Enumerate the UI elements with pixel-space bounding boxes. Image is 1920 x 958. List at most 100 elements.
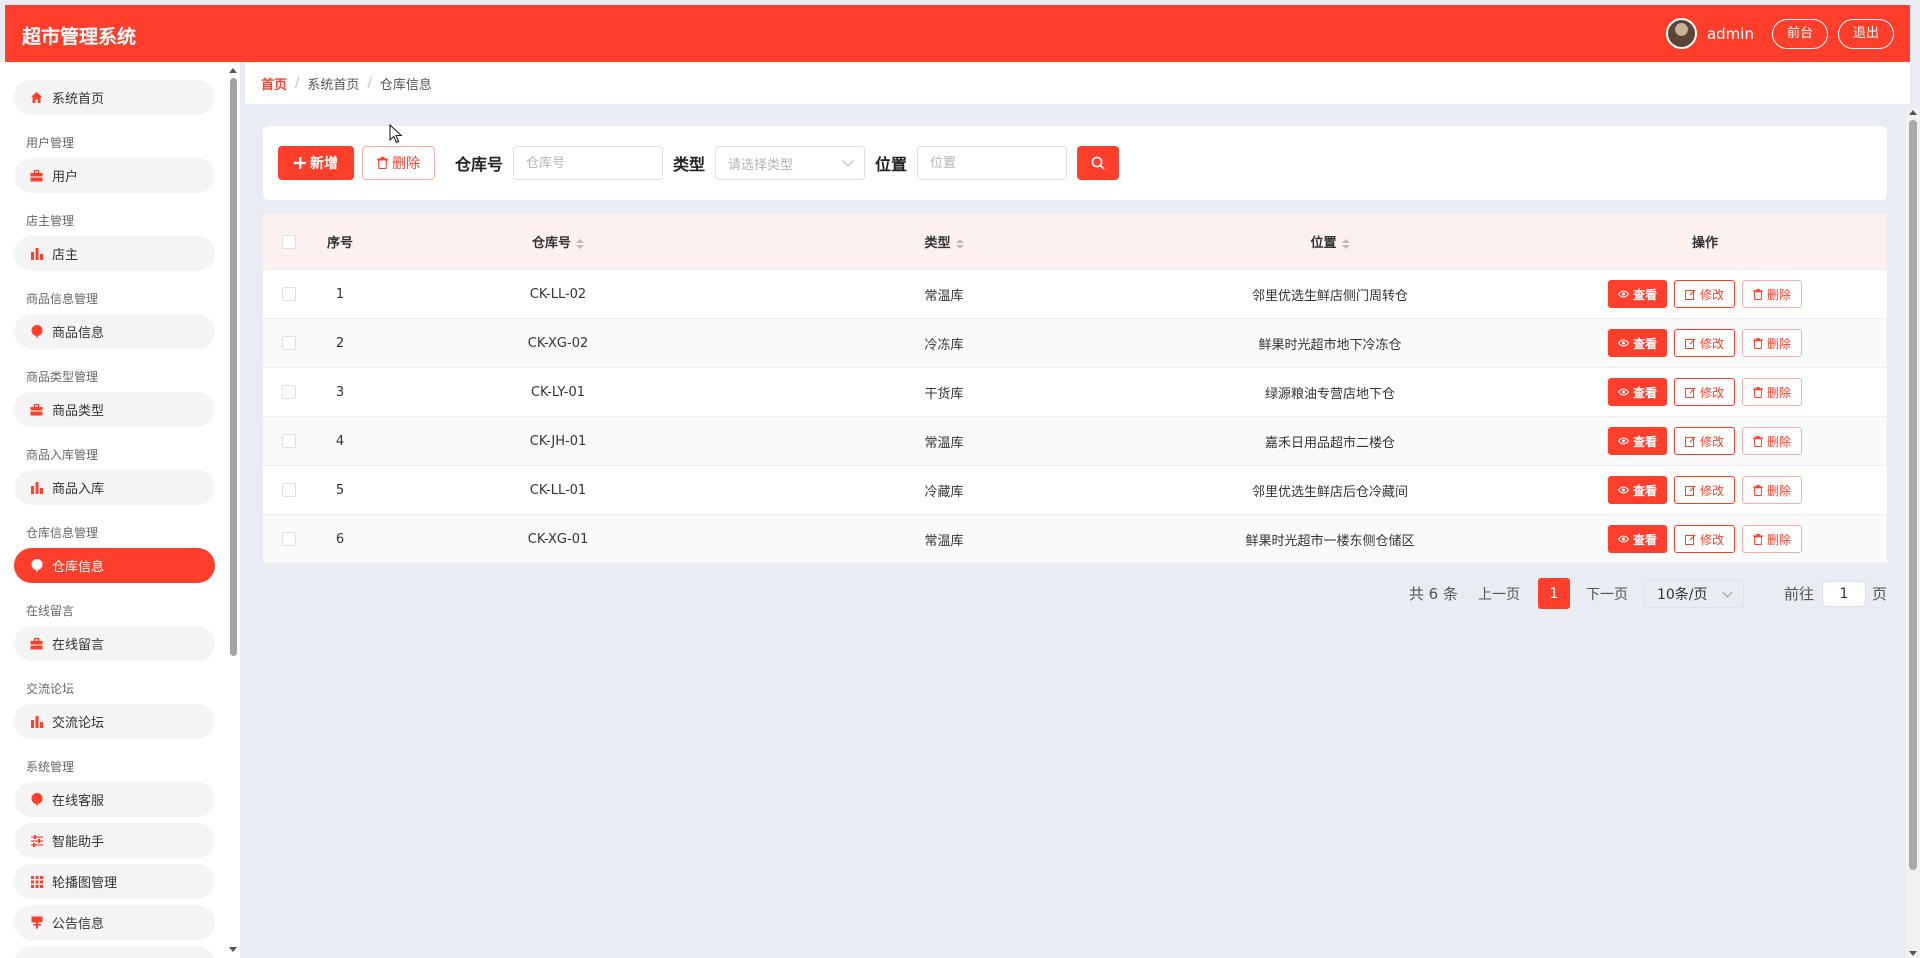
delete-button[interactable]: 删除	[1742, 329, 1803, 357]
delete-button[interactable]: 删除	[1742, 280, 1803, 308]
scroll-thumb[interactable]	[230, 78, 237, 656]
group-title-message: 在线留言	[26, 604, 75, 618]
username: admin	[1706, 24, 1754, 43]
col-code[interactable]: 仓库号	[365, 232, 751, 251]
sliders-icon	[30, 834, 43, 847]
view-button[interactable]: 查看	[1607, 427, 1667, 455]
search-button[interactable]	[1077, 146, 1120, 180]
table-row: 3 CK-LY-01 干货库 绿源粮油专营店地下仓 查看 修改 删除	[263, 368, 1887, 417]
balloon-icon	[30, 792, 43, 806]
scroll-down-arrow-icon[interactable]	[229, 947, 237, 952]
view-button[interactable]: 查看	[1607, 476, 1667, 504]
sidebar-item-more[interactable]	[14, 946, 215, 958]
view-button[interactable]: 查看	[1607, 525, 1667, 553]
sidebar-item-assistant[interactable]: 智能助手	[14, 823, 215, 858]
sidebar-item-label: 在线客服	[52, 794, 105, 809]
row-checkbox[interactable]	[282, 532, 296, 546]
sort-icon[interactable]	[955, 238, 964, 249]
scroll-thumb[interactable]	[1909, 120, 1917, 870]
select-all-checkbox[interactable]	[282, 234, 296, 249]
location-search-input[interactable]	[917, 146, 1068, 180]
prev-page-button[interactable]: 上一页	[1478, 584, 1520, 604]
edit-button[interactable]: 修改	[1673, 280, 1735, 308]
delete-button[interactable]: 删除	[1742, 476, 1803, 504]
edit-button[interactable]: 修改	[1673, 427, 1735, 455]
edit-button-label: 修改	[1699, 434, 1724, 449]
search-panel: 新增 删除 仓库号 类型 请选择类型 位置	[263, 126, 1887, 200]
cell-code: CK-LY-01	[530, 384, 586, 400]
view-button[interactable]: 查看	[1607, 280, 1667, 308]
type-filter-label: 类型	[673, 155, 706, 174]
briefcase-icon	[30, 169, 43, 182]
row-checkbox[interactable]	[282, 434, 296, 448]
cell-location: 嘉禾日用品超市二楼仓	[1264, 435, 1395, 451]
edit-button[interactable]: 修改	[1673, 525, 1735, 553]
goto-page-input[interactable]	[1821, 580, 1866, 607]
add-button[interactable]: 新增	[278, 146, 354, 180]
view-button[interactable]: 查看	[1607, 329, 1667, 357]
sidebar-item-goods-type[interactable]: 商品类型	[14, 392, 215, 427]
breadcrumb-level1[interactable]: 系统首页	[307, 74, 359, 93]
scroll-down-arrow-icon[interactable]	[1909, 951, 1917, 956]
row-checkbox[interactable]	[282, 287, 296, 301]
edit-icon	[1684, 338, 1696, 349]
main-scrollbar[interactable]	[1906, 108, 1920, 958]
type-select[interactable]: 请选择类型	[715, 146, 866, 180]
sidebar-item-notice[interactable]: 公告信息	[14, 905, 215, 940]
next-page-button[interactable]: 下一页	[1586, 584, 1628, 604]
batch-delete-button[interactable]: 删除	[362, 146, 435, 180]
sidebar-scrollbar[interactable]	[227, 66, 240, 954]
sidebar-item-message[interactable]: 在线留言	[14, 626, 215, 661]
sidebar-item-carousel[interactable]: 轮播图管理	[14, 864, 215, 899]
col-type[interactable]: 类型	[751, 232, 1137, 251]
cell-location: 鲜果时光超市地下冷冻仓	[1258, 337, 1402, 353]
delete-button[interactable]: 删除	[1742, 525, 1803, 553]
sort-icon[interactable]	[1341, 238, 1350, 249]
edit-button[interactable]: 修改	[1673, 378, 1735, 406]
row-checkbox[interactable]	[282, 483, 296, 497]
trash-icon	[377, 157, 388, 169]
edit-button[interactable]: 修改	[1673, 329, 1735, 357]
row-checkbox[interactable]	[282, 336, 296, 350]
page-number-current[interactable]: 1	[1537, 578, 1570, 609]
sidebar-item-user[interactable]: 用户	[14, 158, 215, 193]
sidebar-item-online-service[interactable]: 在线客服	[14, 782, 215, 817]
edit-button-label: 修改	[1699, 287, 1724, 302]
row-checkbox[interactable]	[282, 385, 296, 399]
col-location[interactable]: 位置	[1137, 232, 1523, 251]
edit-button-label: 修改	[1699, 336, 1724, 351]
cell-actions: 查看 修改 删除	[1523, 280, 1887, 308]
sidebar-item-home[interactable]: 系统首页	[14, 80, 215, 115]
view-button[interactable]: 查看	[1607, 378, 1667, 406]
sidebar-item-stock-in[interactable]: 商品入库	[14, 470, 215, 505]
sort-icon[interactable]	[576, 238, 584, 249]
table-row: 6 CK-XG-01 常温库 鲜果时光超市一楼东侧仓储区 查看 修改 删除	[263, 515, 1887, 564]
chevron-down-icon	[842, 155, 854, 167]
batch-delete-label: 删除	[392, 156, 420, 172]
sidebar-item-forum[interactable]: 交流论坛	[14, 704, 215, 739]
type-select-placeholder: 请选择类型	[728, 157, 794, 173]
delete-button[interactable]: 删除	[1742, 427, 1803, 455]
scroll-up-arrow-icon[interactable]	[1909, 110, 1917, 115]
table-row: 5 CK-LL-01 冷藏库 邻里优选生鲜店后仓冷藏间 查看 修改 删除	[263, 466, 1887, 515]
sidebar-item-warehouse[interactable]: 仓库信息	[14, 548, 215, 583]
edit-button[interactable]: 修改	[1673, 476, 1735, 504]
page-size-select[interactable]: 10条/页	[1643, 579, 1744, 608]
sidebar-item-goods[interactable]: 商品信息	[14, 314, 215, 349]
scroll-up-arrow-icon[interactable]	[229, 68, 237, 73]
view-button-label: 查看	[1632, 287, 1657, 302]
code-search-input[interactable]	[513, 146, 664, 180]
breadcrumb-home[interactable]: 首页	[261, 74, 287, 93]
delete-button[interactable]: 删除	[1742, 378, 1803, 406]
sidebar-item-shopowner[interactable]: 店主	[14, 236, 215, 271]
col-actions: 操作	[1691, 236, 1718, 251]
cell-code: CK-XG-02	[527, 335, 589, 351]
user-avatar[interactable]	[1665, 18, 1697, 49]
cell-no: 4	[335, 433, 345, 449]
breadcrumb: 首页 / 系统首页 / 仓库信息	[245, 62, 1910, 104]
logout-button[interactable]: 退出	[1837, 18, 1894, 49]
front-button[interactable]: 前台	[1771, 18, 1828, 49]
sidebar-item-label: 系统首页	[52, 92, 105, 107]
location-filter-label: 位置	[875, 155, 908, 174]
cell-no: 1	[335, 286, 345, 302]
